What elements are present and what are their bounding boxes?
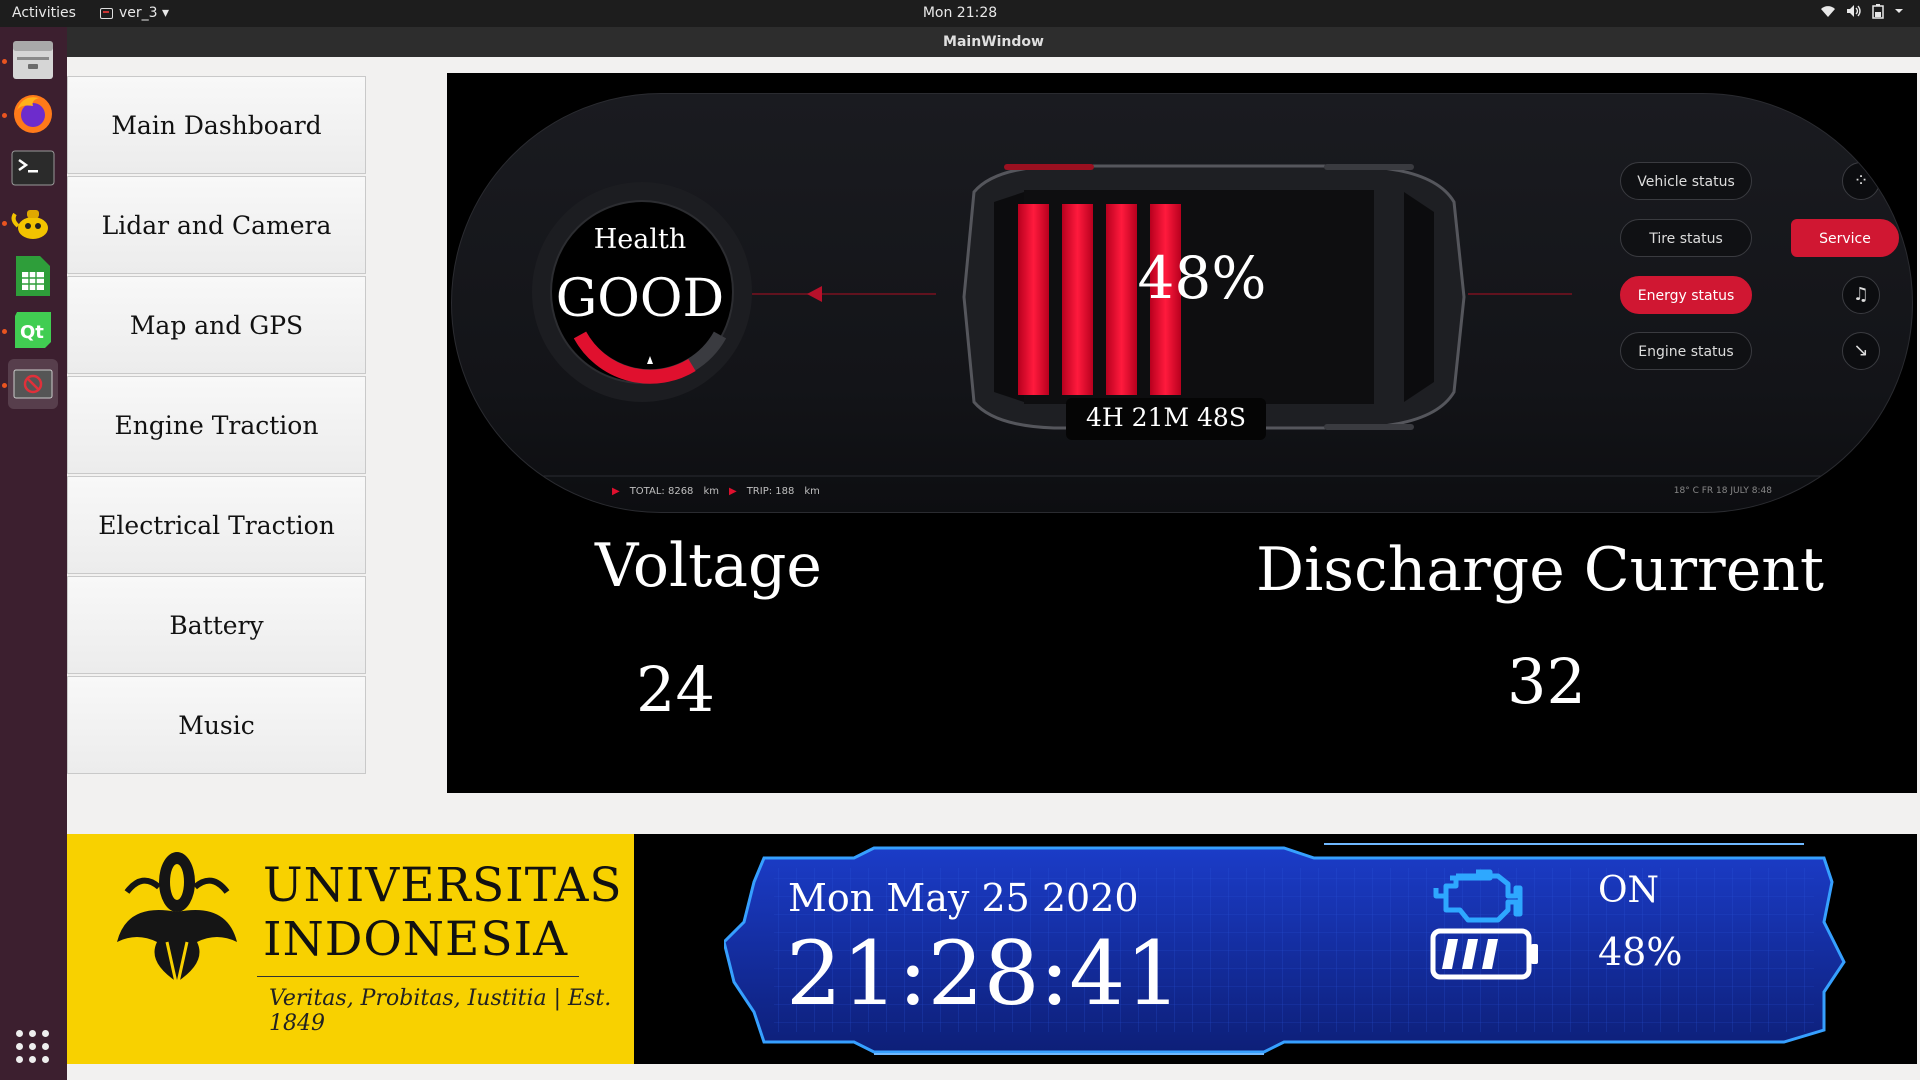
chevron-down-icon	[1894, 4, 1904, 23]
battery-icon	[1872, 4, 1884, 23]
play-marker-icon: ▶	[612, 486, 620, 497]
hud-date: Mon May 25 2020	[788, 876, 1139, 920]
window-title-bar[interactable]: MainWindow	[67, 27, 1920, 57]
firefox-icon[interactable]	[8, 89, 58, 139]
odometer-total: TOTAL: 8268	[629, 486, 694, 497]
voltage-label: Voltage	[595, 531, 822, 601]
running-indicator	[2, 383, 7, 388]
system-top-bar: Activities ver_3 ▾ Mon 21:28	[0, 0, 1920, 27]
engine-status-button[interactable]: Engine status	[1620, 332, 1752, 370]
nav-main-dashboard-button[interactable]: Main Dashboard	[67, 76, 366, 174]
system-tray[interactable]	[1820, 4, 1904, 23]
divider	[257, 976, 579, 977]
nav-lidar-camera-button[interactable]: Lidar and Camera	[67, 176, 366, 274]
nav-music-button[interactable]: Music	[67, 676, 366, 774]
ubuntu-dock: Qt	[0, 27, 67, 1080]
spreadsheet-icon[interactable]	[8, 251, 58, 301]
terminal-icon[interactable]	[8, 143, 58, 193]
running-indicator	[2, 59, 7, 64]
nav-engine-traction-button[interactable]: Engine Traction	[67, 376, 366, 474]
battery-cell	[1462, 939, 1478, 969]
battery-bar	[1018, 204, 1049, 395]
qt-creator-icon[interactable]: Qt	[8, 305, 58, 355]
battery-cell	[1442, 939, 1458, 969]
odometer-unit: km	[804, 486, 820, 497]
vehicle-status-button[interactable]: Vehicle status	[1620, 162, 1752, 200]
wifi-icon	[1820, 4, 1836, 23]
music-note-icon[interactable]: ♫	[1842, 276, 1880, 314]
battery-percent: 48%	[1137, 244, 1267, 312]
service-button[interactable]: Service	[1791, 219, 1899, 257]
temperature-date-readout: 18° C FR 18 JULY 8:48	[1673, 486, 1772, 496]
discharge-current-label: Discharge Current	[1256, 535, 1824, 605]
odometer-line: ▶ TOTAL: 8268 km ▶ TRIP: 188 km	[612, 486, 820, 497]
app-window-icon[interactable]	[8, 359, 58, 409]
dashboard-panel: Health GOOD 48% 4H 21M 48S Vehicle statu…	[447, 73, 1917, 793]
odometer-trip: TRIP: 188	[746, 486, 795, 497]
battery-cell	[1482, 939, 1498, 969]
battery-level-icon	[1430, 928, 1538, 980]
nav-electrical-traction-button[interactable]: Electrical Traction	[67, 476, 366, 574]
hud-time: 21:28:41	[786, 922, 1182, 1025]
gamepad-icon[interactable]: ⁘	[1842, 162, 1880, 200]
hud-status-panel: Mon May 25 2020 21:28:41 ON 48%	[634, 834, 1917, 1064]
health-value: GOOD	[555, 269, 725, 329]
apps-grid-icon[interactable]	[16, 1030, 50, 1064]
svg-text:Qt: Qt	[20, 322, 44, 343]
university-motto: Veritas, Probitas, Iustitia | Est. 1849	[269, 986, 612, 1036]
health-label: Health	[593, 224, 687, 255]
discharge-current-value: 32	[1507, 645, 1586, 718]
engine-check-icon	[1433, 869, 1523, 923]
route-icon[interactable]: ↘	[1842, 332, 1880, 370]
teapot-icon[interactable]	[8, 197, 58, 247]
hud-battery-percent: 48%	[1598, 930, 1683, 974]
battery-cells	[1442, 939, 1498, 969]
instrument-cluster: Health GOOD 48% 4H 21M 48S Vehicle statu…	[451, 93, 1913, 513]
running-indicator	[2, 113, 7, 118]
nav-map-gps-button[interactable]: Map and GPS	[67, 276, 366, 374]
energy-status-button[interactable]: Energy status	[1620, 276, 1752, 314]
files-icon[interactable]	[8, 35, 58, 85]
remaining-time: 4H 21M 48S	[1086, 403, 1246, 432]
volume-icon	[1846, 4, 1862, 23]
running-indicator	[2, 329, 7, 334]
engine-state: ON	[1598, 870, 1660, 911]
tire-status-button[interactable]: Tire status	[1620, 219, 1752, 257]
university-emblem-logo	[117, 852, 237, 988]
nav-battery-button[interactable]: Battery	[67, 576, 366, 674]
battery-bar	[1062, 204, 1093, 395]
university-banner: UNIVERSITAS INDONESIA Veritas, Probitas,…	[67, 834, 634, 1064]
running-indicator	[2, 221, 7, 226]
system-clock[interactable]: Mon 21:28	[0, 5, 1920, 21]
university-name-line2: INDONESIA	[263, 912, 569, 967]
voltage-value: 24	[636, 653, 715, 726]
odometer-unit: km	[703, 486, 719, 497]
university-name-line1: UNIVERSITAS	[263, 858, 623, 913]
play-marker-icon: ▶	[728, 486, 737, 497]
